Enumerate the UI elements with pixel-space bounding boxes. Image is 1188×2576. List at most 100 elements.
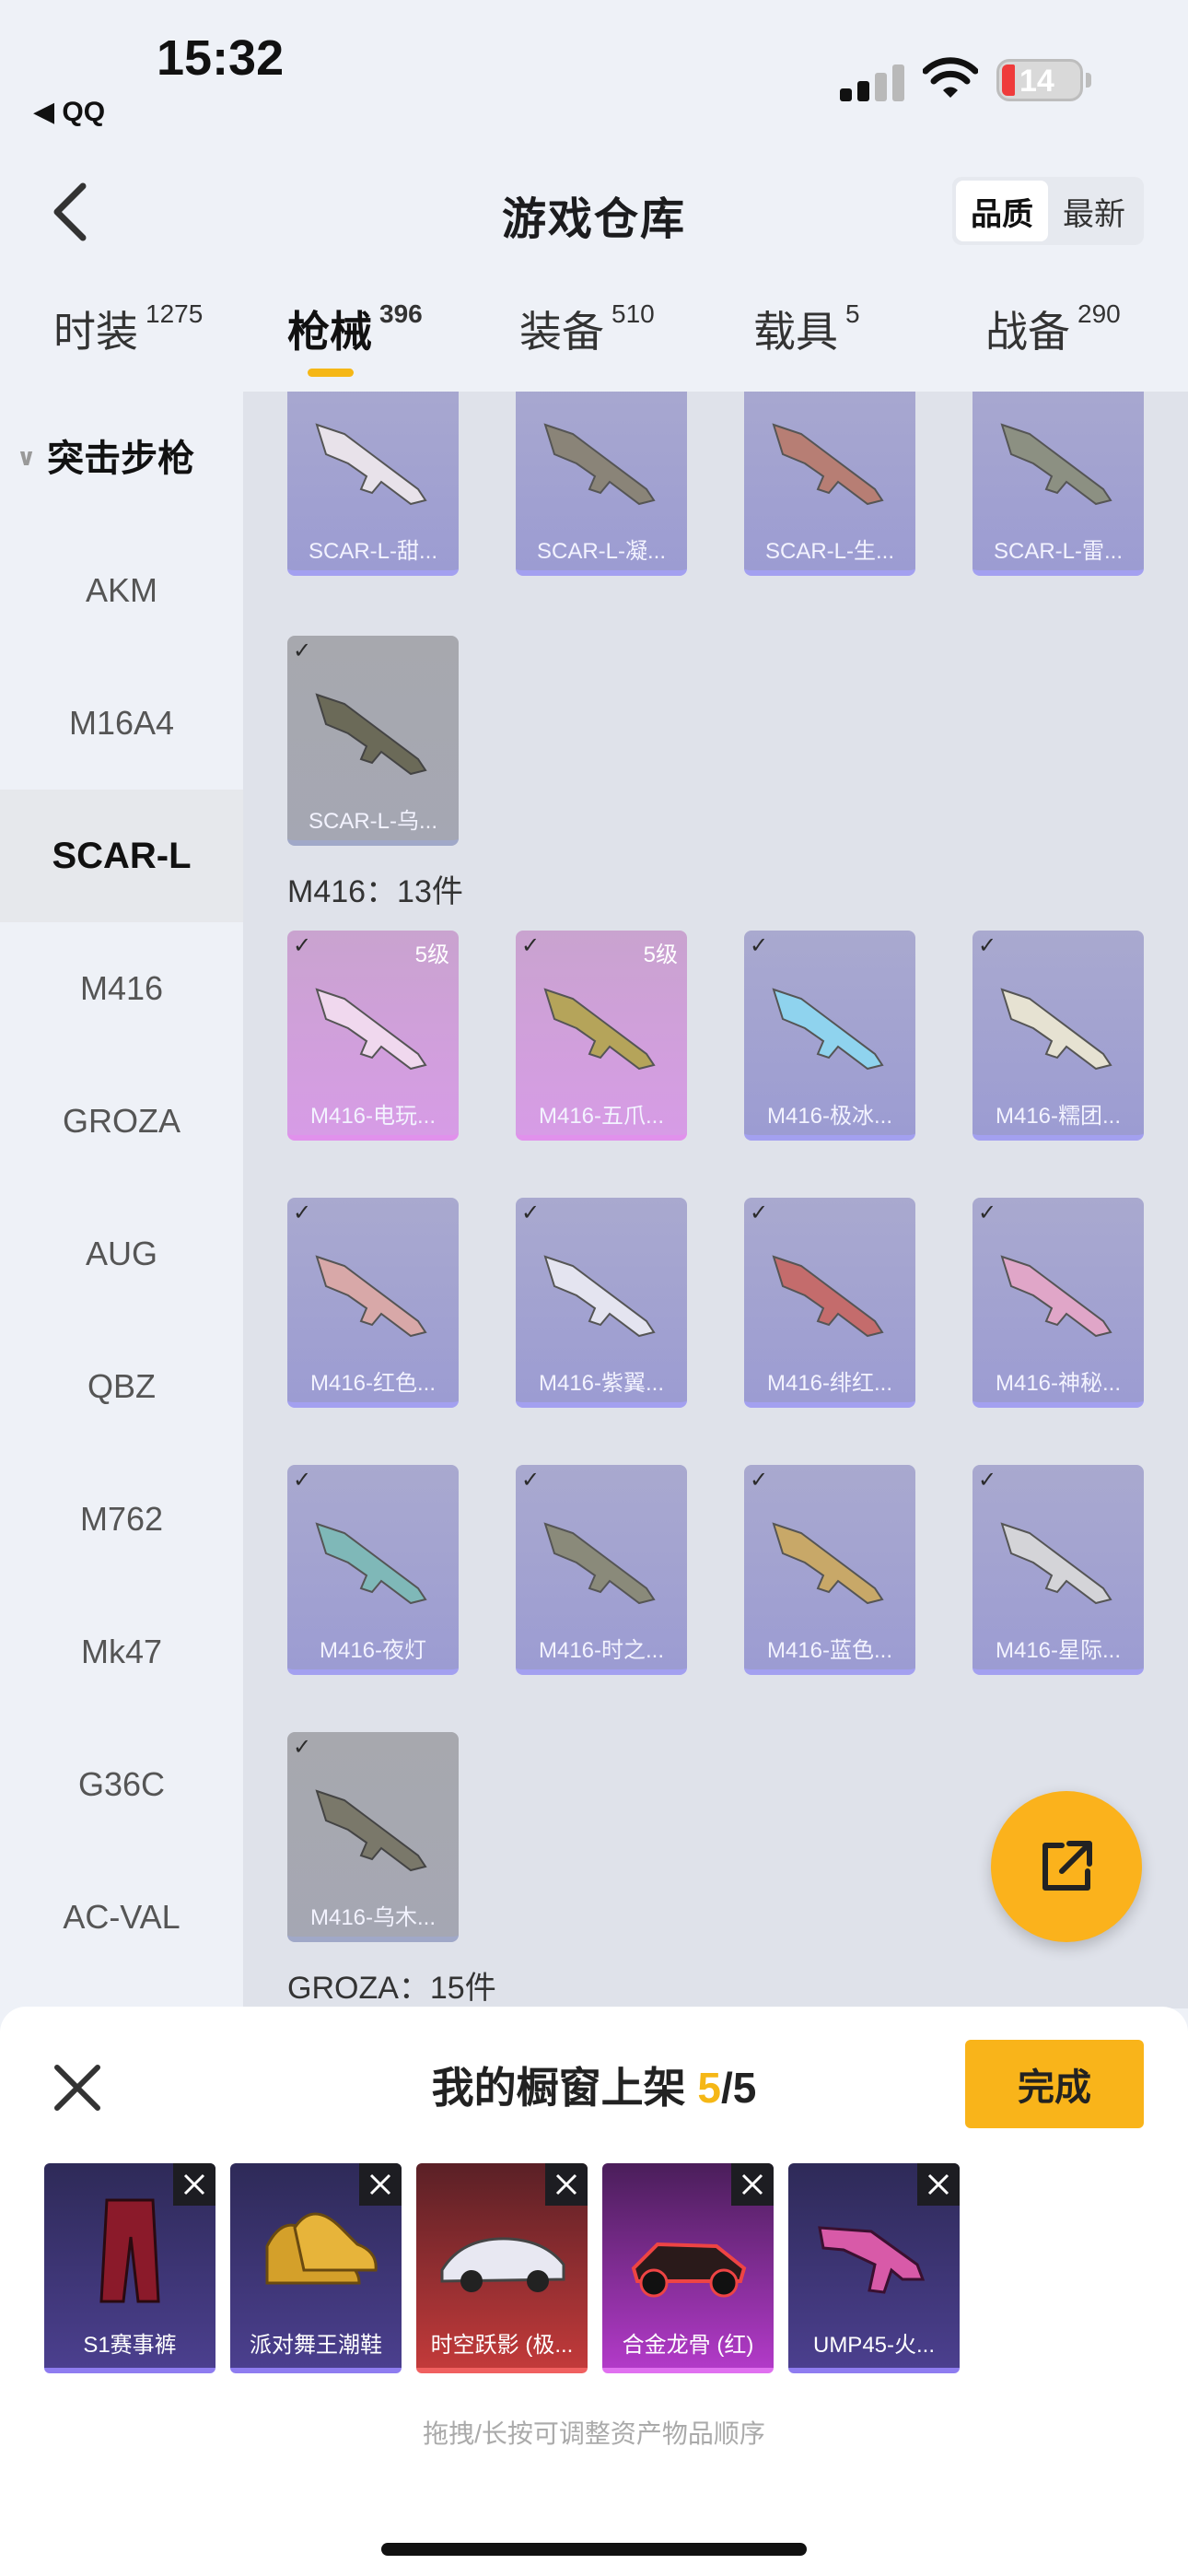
car-icon bbox=[440, 2237, 565, 2292]
sort-newest-button[interactable]: 最新 bbox=[1048, 181, 1140, 241]
close-icon bbox=[369, 2173, 391, 2195]
item-card[interactable]: ✓SCAR-L-甜... bbox=[287, 392, 459, 576]
check-icon: ✓ bbox=[750, 1468, 769, 1493]
check-icon: ✓ bbox=[750, 933, 769, 958]
showcase-item[interactable]: S1赛事裤 bbox=[44, 2163, 215, 2373]
sidebar-item-akm[interactable]: AKM bbox=[0, 524, 243, 657]
showcase-item[interactable]: 派对舞王潮鞋 bbox=[230, 2163, 402, 2373]
rifle-icon bbox=[1000, 423, 1112, 506]
close-icon bbox=[555, 2173, 577, 2195]
wifi-icon bbox=[923, 57, 978, 98]
showcase-item[interactable]: 合金龙骨 (红) bbox=[602, 2163, 774, 2373]
item-card[interactable]: ✓ M416-乌木... bbox=[287, 1732, 459, 1942]
sidebar-item-mk47[interactable]: Mk47 bbox=[0, 1586, 243, 1718]
remove-item-button[interactable] bbox=[359, 2163, 402, 2206]
tab-equipment[interactable]: 装备 510 bbox=[519, 299, 655, 359]
remove-item-button[interactable] bbox=[917, 2163, 960, 2206]
item-card[interactable]: ✓SCAR-L-雷... bbox=[973, 392, 1144, 576]
tab-weapons[interactable]: 枪械 396 bbox=[287, 299, 423, 359]
close-icon bbox=[183, 2173, 205, 2195]
remove-item-button[interactable] bbox=[731, 2163, 774, 2206]
check-icon: ✓ bbox=[521, 933, 541, 958]
rifle-icon bbox=[315, 423, 427, 506]
item-card[interactable]: ✓ 5级 M416-电玩... bbox=[287, 931, 459, 1141]
item-card[interactable]: ✓ 5级 M416-五爪... bbox=[516, 931, 687, 1141]
check-icon: ✓ bbox=[978, 392, 996, 394]
check-icon: ✓ bbox=[521, 1468, 541, 1493]
tab-gear[interactable]: 战备 290 bbox=[985, 299, 1121, 359]
sidebar-category-assault-rifles[interactable]: ∨ 突击步枪 bbox=[17, 428, 194, 482]
showcase-item[interactable]: UMP45-火... bbox=[788, 2163, 960, 2373]
item-card[interactable]: ✓ M416-星际... bbox=[973, 1465, 1144, 1675]
rifle-icon bbox=[772, 1522, 884, 1605]
done-button[interactable]: 完成 bbox=[965, 2040, 1144, 2128]
sidebar-item-qbz[interactable]: QBZ bbox=[0, 1320, 243, 1453]
home-indicator[interactable] bbox=[381, 2543, 807, 2556]
rifle-icon bbox=[543, 1255, 656, 1338]
remove-item-button[interactable] bbox=[545, 2163, 588, 2206]
rifle-icon bbox=[543, 1522, 656, 1605]
item-card[interactable]: ✓ M416-时之... bbox=[516, 1465, 687, 1675]
group-title-m416: M416：13件 bbox=[287, 874, 463, 909]
sidebar-item-m762[interactable]: M762 bbox=[0, 1453, 243, 1586]
sidebar-item-scar-l[interactable]: SCAR-L bbox=[0, 790, 243, 922]
status-bar: 15:32 ◀ QQ 14 bbox=[0, 0, 1188, 138]
check-icon: ✓ bbox=[521, 392, 540, 394]
item-card[interactable]: ✓ M416-夜灯 bbox=[287, 1465, 459, 1675]
rifle-icon bbox=[772, 423, 884, 506]
item-card[interactable]: ✓ M416-蓝色... bbox=[744, 1465, 915, 1675]
check-icon: ✓ bbox=[978, 933, 997, 958]
item-card[interactable]: ✓ SCAR-L-乌... bbox=[287, 636, 459, 846]
showcase-item[interactable]: 时空跃影 (极... bbox=[416, 2163, 588, 2373]
battery-icon: 14 bbox=[996, 59, 1091, 101]
sidebar-item-groza[interactable]: GROZA bbox=[0, 1055, 243, 1188]
smg-icon bbox=[818, 2226, 926, 2294]
tab-fashion[interactable]: 时装 1275 bbox=[53, 299, 203, 359]
item-card[interactable]: ✓ M416-红色... bbox=[287, 1198, 459, 1408]
reorder-hint: 拖拽/长按可调整资产物品顺序 bbox=[423, 2419, 765, 2448]
rifle-icon bbox=[315, 988, 427, 1071]
check-icon: ✓ bbox=[293, 638, 312, 663]
check-icon: ✓ bbox=[293, 1468, 312, 1493]
cellular-signal-icon bbox=[840, 63, 906, 101]
rifle-icon bbox=[315, 693, 427, 776]
rifle-icon bbox=[1000, 988, 1112, 1071]
item-card[interactable]: ✓ M416-绯红... bbox=[744, 1198, 915, 1408]
share-button[interactable] bbox=[991, 1791, 1142, 1942]
sort-quality-button[interactable]: 品质 bbox=[956, 181, 1048, 241]
check-icon: ✓ bbox=[293, 1735, 312, 1760]
kart-icon bbox=[631, 2242, 747, 2298]
sidebar-item-g36c[interactable]: G36C bbox=[0, 1718, 243, 1851]
rifle-icon bbox=[772, 988, 884, 1071]
item-card[interactable]: ✓SCAR-L-生... bbox=[744, 392, 915, 576]
tab-vehicles[interactable]: 载具 5 bbox=[753, 299, 860, 359]
group-title-groza: GROZA：15件 bbox=[287, 1971, 496, 2006]
item-card[interactable]: ✓ M416-极冰... bbox=[744, 931, 915, 1141]
item-grid: ✓SCAR-L-甜... ✓SCAR-L-凝... ✓SCAR-L-生... ✓… bbox=[243, 392, 1188, 2008]
category-tabs: 时装 1275 枪械 396 装备 510 载具 5 战备 290 bbox=[0, 276, 1188, 392]
rifle-icon bbox=[315, 1789, 427, 1872]
back-to-app-link[interactable]: ◀ QQ bbox=[33, 96, 105, 128]
sidebar-item-aug[interactable]: AUG bbox=[0, 1188, 243, 1320]
pants-icon bbox=[99, 2198, 160, 2303]
sidebar-item-ac-val[interactable]: AC-VAL bbox=[0, 1851, 243, 1984]
check-icon: ✓ bbox=[978, 1468, 997, 1493]
weapon-sidebar: ∨ 突击步枪 AKM M16A4 SCAR-L M416 GROZA AUG QB… bbox=[0, 392, 243, 2008]
rifle-icon bbox=[772, 1255, 884, 1338]
item-card[interactable]: ✓ M416-紫翼... bbox=[516, 1198, 687, 1408]
close-icon bbox=[741, 2173, 763, 2195]
sidebar-item-m416[interactable]: M416 bbox=[0, 922, 243, 1055]
rifle-icon bbox=[1000, 1522, 1112, 1605]
sidebar-item-m16a4[interactable]: M16A4 bbox=[0, 657, 243, 790]
remove-item-button[interactable] bbox=[173, 2163, 215, 2206]
shoes-icon bbox=[265, 2212, 378, 2285]
check-icon: ✓ bbox=[750, 392, 768, 394]
item-card[interactable]: ✓ M416-神秘... bbox=[973, 1198, 1144, 1408]
sort-toggle[interactable]: 品质 最新 bbox=[952, 177, 1144, 245]
active-tab-indicator bbox=[308, 369, 354, 377]
item-card[interactable]: ✓SCAR-L-凝... bbox=[516, 392, 687, 576]
check-icon: ✓ bbox=[978, 1200, 997, 1225]
rifle-icon bbox=[543, 988, 656, 1071]
item-card[interactable]: ✓ M416-糯团... bbox=[973, 931, 1144, 1141]
check-icon: ✓ bbox=[521, 1200, 541, 1225]
